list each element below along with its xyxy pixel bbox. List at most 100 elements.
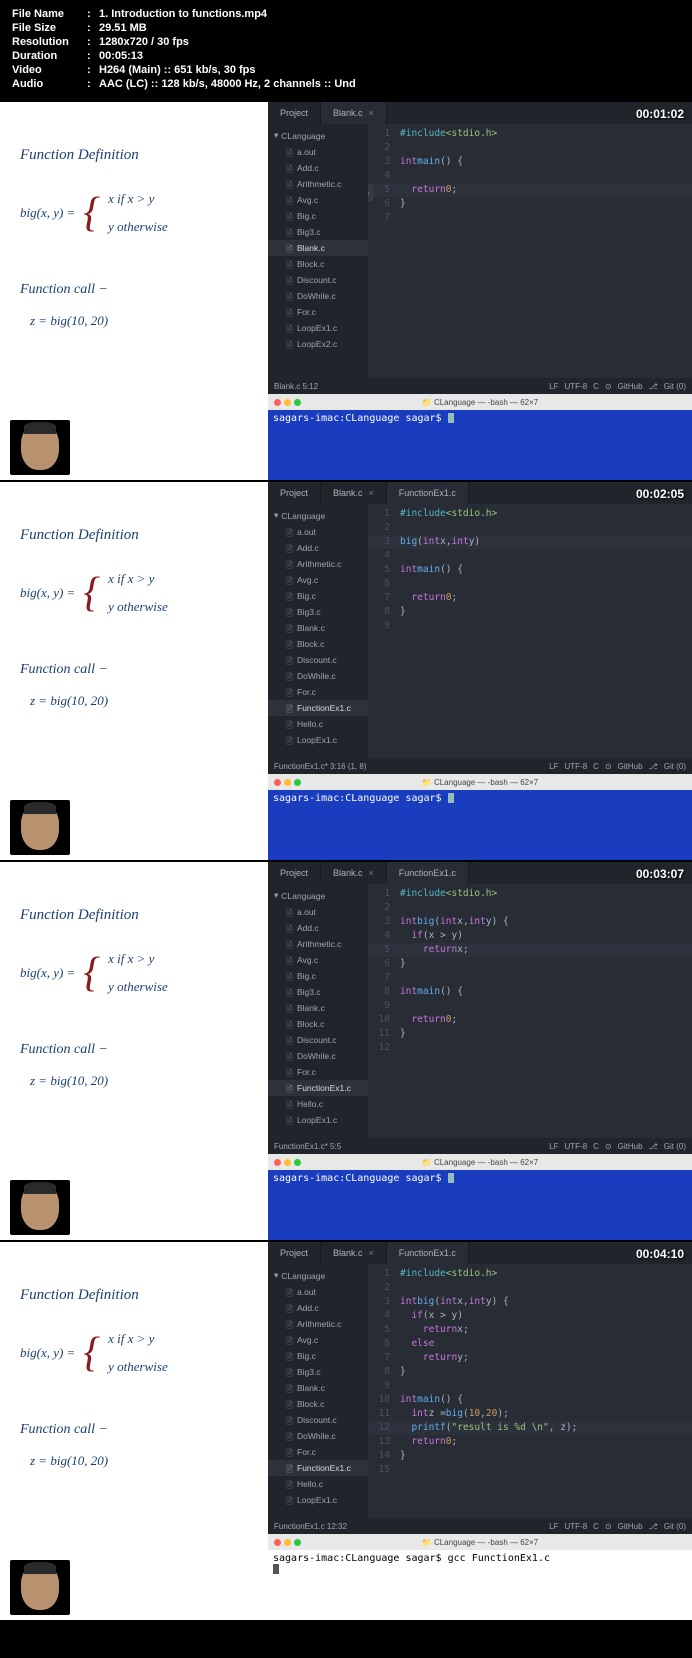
- file-item[interactable]: 🗎Blank.c: [268, 1380, 368, 1396]
- file-item[interactable]: 🗎Block.c: [268, 1016, 368, 1032]
- file-item[interactable]: 🗎Big.c: [268, 208, 368, 224]
- slide-subtitle: Function call −: [20, 282, 248, 298]
- tab-blank[interactable]: Blank.c×: [321, 1242, 387, 1264]
- file-item[interactable]: 🗎LoopEx1.c: [268, 320, 368, 336]
- file-item[interactable]: 🗎LoopEx2.c: [268, 336, 368, 352]
- maximize-window-icon[interactable]: [294, 399, 301, 406]
- file-item[interactable]: 🗎Blank.c: [268, 1000, 368, 1016]
- file-item[interactable]: 🗎Arithmetic.c: [268, 176, 368, 192]
- video-frame-1: Function Definition big(x, y) = { x if x…: [0, 100, 692, 480]
- code-pane[interactable]: 1#include <stdio.h> 2 3int big(int x, in…: [368, 884, 692, 1138]
- file-item[interactable]: 🗎Block.c: [268, 636, 368, 652]
- file-metadata: File Name:1. Introduction to functions.m…: [0, 0, 692, 100]
- file-item[interactable]: 🗎Discount.c: [268, 652, 368, 668]
- file-item[interactable]: 🗎LoopEx1.c: [268, 732, 368, 748]
- file-item[interactable]: 🗎Blank.c: [268, 240, 368, 256]
- tab-functionex[interactable]: FunctionEx1.c: [387, 862, 469, 884]
- slide-panel: Function Definition big(x, y) = { x if x…: [0, 102, 268, 480]
- file-item[interactable]: 🗎Avg.c: [268, 192, 368, 208]
- file-item[interactable]: 🗎FunctionEx1.c: [268, 700, 368, 716]
- file-item[interactable]: 🗎Discount.c: [268, 1412, 368, 1428]
- file-item[interactable]: 🗎DoWhile.c: [268, 1428, 368, 1444]
- folder-clanguage[interactable]: ▾ CLanguage: [268, 127, 368, 144]
- file-item[interactable]: 🗎Blank.c: [268, 620, 368, 636]
- file-item[interactable]: 🗎Discount.c: [268, 272, 368, 288]
- file-item[interactable]: 🗎For.c: [268, 304, 368, 320]
- file-item[interactable]: 🗎Arithmetic.c: [268, 936, 368, 952]
- tab-functionex[interactable]: FunctionEx1.c: [387, 482, 469, 504]
- tab-project[interactable]: Project: [268, 102, 321, 124]
- file-item[interactable]: 🗎Avg.c: [268, 952, 368, 968]
- file-tree[interactable]: ▾ CLanguage 🗎a.out🗎Add.c🗎Arithmetic.c🗎Av…: [268, 884, 368, 1138]
- tab-blank[interactable]: Blank.c×: [321, 482, 387, 504]
- slide-title: Function Definition: [20, 147, 248, 164]
- file-item[interactable]: 🗎LoopEx1.c: [268, 1492, 368, 1508]
- tab-project[interactable]: Project: [268, 862, 321, 884]
- file-item[interactable]: 🗎a.out: [268, 524, 368, 540]
- file-tree[interactable]: ▾ CLanguage 🗎a.out🗎Add.c🗎Arithmetic.c🗎Av…: [268, 124, 368, 378]
- file-item[interactable]: 🗎Big.c: [268, 588, 368, 604]
- file-item[interactable]: 🗎Arithmetic.c: [268, 556, 368, 572]
- file-item[interactable]: 🗎Hello.c: [268, 1096, 368, 1112]
- github-icon[interactable]: ⊙: [605, 382, 612, 391]
- timestamp: 00:01:02: [636, 107, 684, 121]
- code-pane[interactable]: 1#include <stdio.h> 2 3int big(int x, in…: [368, 1264, 692, 1518]
- file-tree[interactable]: ▾ CLanguage 🗎a.out🗎Add.c🗎Arithmetic.c🗎Av…: [268, 1264, 368, 1518]
- cursor: [448, 413, 454, 423]
- file-item[interactable]: 🗎For.c: [268, 1064, 368, 1080]
- file-item[interactable]: 🗎Add.c: [268, 1300, 368, 1316]
- close-window-icon[interactable]: [274, 399, 281, 406]
- code-pane[interactable]: 1#include <stdio.h> 2 3big(int x, int y)…: [368, 504, 692, 758]
- file-item[interactable]: 🗎Block.c: [268, 256, 368, 272]
- file-item[interactable]: 🗎Hello.c: [268, 716, 368, 732]
- file-item[interactable]: 🗎Arithmetic.c: [268, 1316, 368, 1332]
- file-item[interactable]: 🗎Add.c: [268, 160, 368, 176]
- terminal-prompt: sagars-imac:CLanguage sagar$: [273, 413, 442, 424]
- file-item[interactable]: 🗎Big3.c: [268, 984, 368, 1000]
- terminal[interactable]: 📁 CLanguage — -bash — 62×7 sagars-imac:C…: [268, 394, 692, 480]
- file-item[interactable]: 🗎FunctionEx1.c: [268, 1080, 368, 1096]
- file-item[interactable]: 🗎Avg.c: [268, 572, 368, 588]
- tab-blank[interactable]: Blank.c×: [321, 102, 387, 124]
- file-tree[interactable]: ▾ CLanguage 🗎a.out🗎Add.c🗎Arithmetic.c🗎Av…: [268, 504, 368, 758]
- file-item[interactable]: 🗎LoopEx1.c: [268, 1112, 368, 1128]
- status-bar: Blank.c 5:12 LFUTF-8C⊙GitHub⎇Git (0): [268, 378, 692, 394]
- terminal-title: 📁 CLanguage — -bash — 62×7: [422, 398, 538, 407]
- tab-blank[interactable]: Blank.c×: [321, 862, 387, 884]
- code-pane[interactable]: ‹ 1#include <stdio.h> 2 3int main() { 4 …: [368, 124, 692, 378]
- file-item[interactable]: 🗎a.out: [268, 904, 368, 920]
- branch-icon[interactable]: ⎇: [649, 382, 658, 391]
- file-item[interactable]: 🗎Add.c: [268, 540, 368, 556]
- tab-project[interactable]: Project: [268, 482, 321, 504]
- file-item[interactable]: 🗎Block.c: [268, 1396, 368, 1412]
- file-item[interactable]: 🗎Add.c: [268, 920, 368, 936]
- file-item[interactable]: 🗎Big.c: [268, 1348, 368, 1364]
- tab-project[interactable]: Project: [268, 1242, 321, 1264]
- terminal-body[interactable]: sagars-imac:CLanguage sagar$ gcc Functio…: [268, 1550, 692, 1620]
- brace-icon: {: [83, 189, 100, 237]
- file-item[interactable]: 🗎DoWhile.c: [268, 288, 368, 304]
- file-item[interactable]: 🗎a.out: [268, 1284, 368, 1300]
- file-item[interactable]: 🗎Big3.c: [268, 604, 368, 620]
- file-item[interactable]: 🗎DoWhile.c: [268, 668, 368, 684]
- file-item[interactable]: 🗎Big.c: [268, 968, 368, 984]
- tab-functionex[interactable]: FunctionEx1.c: [387, 1242, 469, 1264]
- file-item[interactable]: 🗎Discount.c: [268, 1032, 368, 1048]
- file-item[interactable]: 🗎DoWhile.c: [268, 1048, 368, 1064]
- chevron-left-icon[interactable]: ‹: [368, 184, 374, 202]
- file-item[interactable]: 🗎a.out: [268, 144, 368, 160]
- close-icon[interactable]: ×: [369, 108, 374, 118]
- video-frame-4: Function Definition big(x, y) ={x if x >…: [0, 1240, 692, 1620]
- file-item[interactable]: 🗎Hello.c: [268, 1476, 368, 1492]
- file-item[interactable]: 🗎Big3.c: [268, 224, 368, 240]
- timestamp: 00:03:07: [636, 867, 684, 881]
- minimize-window-icon[interactable]: [284, 399, 291, 406]
- file-item[interactable]: 🗎For.c: [268, 1444, 368, 1460]
- file-item[interactable]: 🗎FunctionEx1.c: [268, 1460, 368, 1476]
- file-item[interactable]: 🗎Big3.c: [268, 1364, 368, 1380]
- editor-tabs: Project Blank.c×: [268, 102, 692, 124]
- video-frame-3: Function Definition big(x, y) ={x if x >…: [0, 860, 692, 1240]
- file-item[interactable]: 🗎Avg.c: [268, 1332, 368, 1348]
- file-item[interactable]: 🗎For.c: [268, 684, 368, 700]
- meta-label: File Name: [12, 8, 87, 20]
